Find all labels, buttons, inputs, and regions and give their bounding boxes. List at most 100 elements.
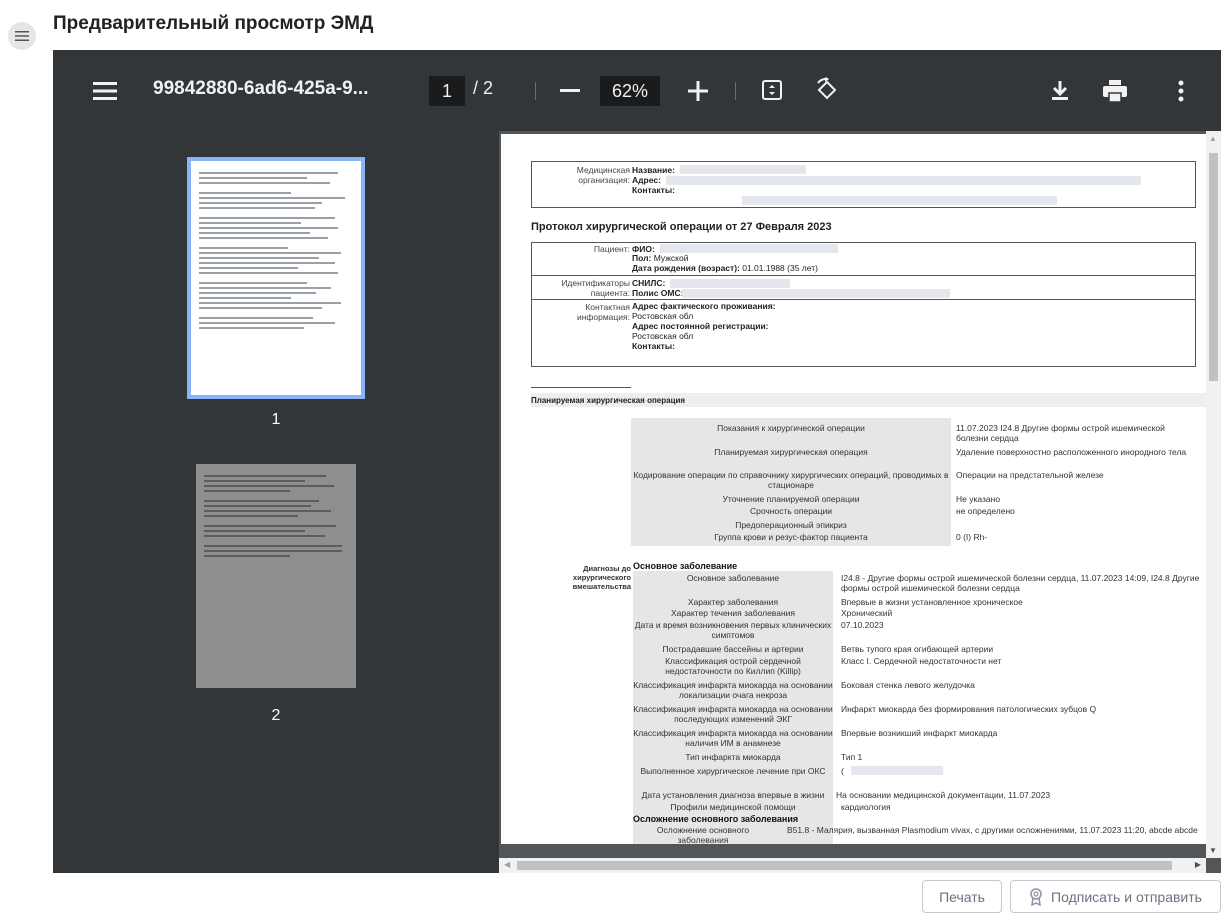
page-thumbnail-1[interactable] xyxy=(187,157,365,399)
sex-value: Мужской xyxy=(653,253,689,263)
fit-page-icon[interactable] xyxy=(760,78,784,102)
dob-label: Дата рождения (возраст): xyxy=(632,263,740,273)
more-options-icon[interactable] xyxy=(1171,78,1191,104)
diag-label: Дата установления диагноза впервые в жиз… xyxy=(641,790,825,800)
total-pages: 2 xyxy=(483,78,494,98)
diag-value: Инфаркт миокарда без формирования патоло… xyxy=(841,704,1097,714)
scroll-thumb[interactable] xyxy=(1209,153,1218,381)
planned-value: Операции на предстательной железе xyxy=(956,470,1104,480)
redacted-field xyxy=(851,766,943,775)
print-button[interactable]: Печать xyxy=(922,880,1002,913)
scroll-down-icon[interactable]: ▼ xyxy=(1209,846,1217,855)
patient-box: Пациент: ФИО: Пол: Мужской Дата рождения… xyxy=(531,242,1196,367)
sign-and-send-button[interactable]: Подписать и отправить xyxy=(1010,880,1221,913)
diag-side-label: Диагнозы до хирургического вмешательства xyxy=(572,564,631,591)
diag-value: Впервые в жизни установленное хроническо… xyxy=(841,597,1023,607)
current-page-input[interactable]: 1 xyxy=(429,76,465,106)
dob-value: 01.01.1988 (35 лет) xyxy=(742,263,818,273)
planned-label: Срочность операции xyxy=(749,506,833,516)
diag-label: Основное заболевание xyxy=(686,573,780,583)
org-contacts-label: Контакты: xyxy=(632,185,675,195)
redacted-field xyxy=(680,165,806,174)
pdf-toolbar: 99842880-6ad6-425a-9... 1 / 2 62% xyxy=(53,50,1221,131)
zoom-in-icon[interactable] xyxy=(685,78,711,104)
redacted-field xyxy=(666,176,1141,185)
planned-section-header: Планируемая хирургическая операция xyxy=(531,393,1206,407)
contacts-label: Контакты: xyxy=(632,341,675,351)
diag-value: 07.10.2023 xyxy=(841,620,884,630)
diag-value: Хронический xyxy=(841,608,893,618)
planned-value: не определено xyxy=(956,506,1015,516)
reg-addr-label: Адрес постоянной регистрации: xyxy=(632,321,769,331)
horizontal-scrollbar[interactable]: ◀ ▶ xyxy=(499,858,1206,873)
page-separator: / xyxy=(473,78,479,98)
toolbar-divider xyxy=(735,82,736,100)
redacted-field xyxy=(660,244,838,253)
org-name-label: Название: xyxy=(632,165,675,175)
diag-label: Классификация инфаркта миокарда на основ… xyxy=(633,704,833,724)
page-count: / 2 xyxy=(473,78,493,99)
diag-label: Выполненное хирургическое лечение при ОК… xyxy=(640,766,826,776)
diag-label: Тип инфаркта миокарда xyxy=(685,752,781,762)
scroll-right-icon[interactable]: ▶ xyxy=(1195,860,1201,869)
scroll-thumb[interactable] xyxy=(517,861,1172,870)
divider xyxy=(532,275,1195,276)
planned-label: Группа крови и резус-фактор пациента xyxy=(714,532,868,542)
sex-label: Пол: xyxy=(632,253,652,263)
complication-heading: Осложнение основного заболевания xyxy=(633,814,799,824)
app-root: Предварительный просмотр ЭМД 99842880-6a… xyxy=(0,0,1221,913)
scroll-up-icon[interactable]: ▲ xyxy=(1209,134,1217,143)
planned-label: Предоперационный эпикриз xyxy=(735,520,847,530)
thumbnail-number: 2 xyxy=(271,707,281,724)
reg-addr-value: Ростовская обл xyxy=(632,331,694,341)
diag-value: Боковая стенка левого желудочка xyxy=(841,680,975,690)
sign-button-label: Подписать и отправить xyxy=(1051,888,1202,905)
planned-label: Показания к хирургической операции xyxy=(717,423,865,433)
toolbar-divider xyxy=(535,82,536,100)
divider xyxy=(531,387,631,388)
print-icon[interactable] xyxy=(1102,78,1128,104)
vertical-scrollbar[interactable]: ▲ ▼ xyxy=(1206,131,1221,858)
complication-value: B51.8 - Малярия, вызванная Plasmodium vi… xyxy=(787,825,1198,835)
divider xyxy=(532,299,1195,300)
planned-value: 0 (I) Rh- xyxy=(956,532,988,542)
diag-label: Классификация инфаркта миокарда на основ… xyxy=(633,728,833,748)
fact-addr-value: Ростовская обл xyxy=(632,311,694,321)
page-thumbnail-2[interactable] xyxy=(196,464,356,688)
pdf-viewer: 99842880-6ad6-425a-9... 1 / 2 62% 1 2 Ме… xyxy=(53,50,1221,873)
diag-value: I24.8 - Другие формы острой ишемической … xyxy=(841,573,1200,593)
planned-value: 11.07.2023 I24.8 Другие формы острой ише… xyxy=(956,423,1165,443)
sex-row: Пол: Мужской xyxy=(632,253,688,263)
planned-label: Планируемая хирургическая операция xyxy=(714,447,868,457)
planned-label: Кодирование операции по справочнику хиру… xyxy=(633,470,949,490)
diag-value: Ветвь тупого края огибающей артерии xyxy=(841,644,994,654)
rotate-icon[interactable] xyxy=(813,76,841,104)
diag-value: ( xyxy=(841,766,844,776)
download-icon[interactable] xyxy=(1048,78,1072,102)
main-disease-heading: Основное заболевание xyxy=(633,561,738,571)
diag-value: На основании медицинской документации, 1… xyxy=(836,790,1051,800)
org-address-label: Адрес: xyxy=(632,175,661,185)
contact-label: Контактная информация: xyxy=(576,302,630,322)
scroll-left-icon[interactable]: ◀ xyxy=(504,860,510,869)
redacted-field xyxy=(670,279,790,288)
document-page: Медицинская организация: Название: Адрес… xyxy=(501,134,1206,844)
diag-value: Класс I. Сердечной недостаточности нет xyxy=(841,656,1002,666)
diag-label: Классификация острой сердечной недостато… xyxy=(665,656,801,676)
diag-label: Пострадавшие бассейны и артерии xyxy=(662,644,804,654)
fact-addr-label: Адрес фактического проживания: xyxy=(632,301,776,311)
redacted-field xyxy=(742,196,1057,205)
sidebar-toggle-icon[interactable] xyxy=(93,81,117,101)
document-pane: Медицинская организация: Название: Адрес… xyxy=(499,131,1221,873)
zoom-out-icon[interactable] xyxy=(557,78,583,104)
document-filename: 99842880-6ad6-425a-9... xyxy=(153,78,369,99)
diag-label: Дата и время возникновения первых клинич… xyxy=(634,620,832,640)
snils-label: СНИЛС: xyxy=(632,278,666,288)
planned-value: Удаление поверхностно расположенного ино… xyxy=(956,447,1187,457)
menu-icon[interactable] xyxy=(8,22,36,50)
dob-row: Дата рождения (возраст): 01.01.1988 (35 … xyxy=(632,263,818,273)
zoom-input[interactable]: 62% xyxy=(600,76,660,106)
protocol-title: Протокол хирургической операции от 27 Фе… xyxy=(531,221,832,233)
diag-value: Тип 1 xyxy=(841,752,863,762)
thumbnail-number: 1 xyxy=(271,411,281,428)
